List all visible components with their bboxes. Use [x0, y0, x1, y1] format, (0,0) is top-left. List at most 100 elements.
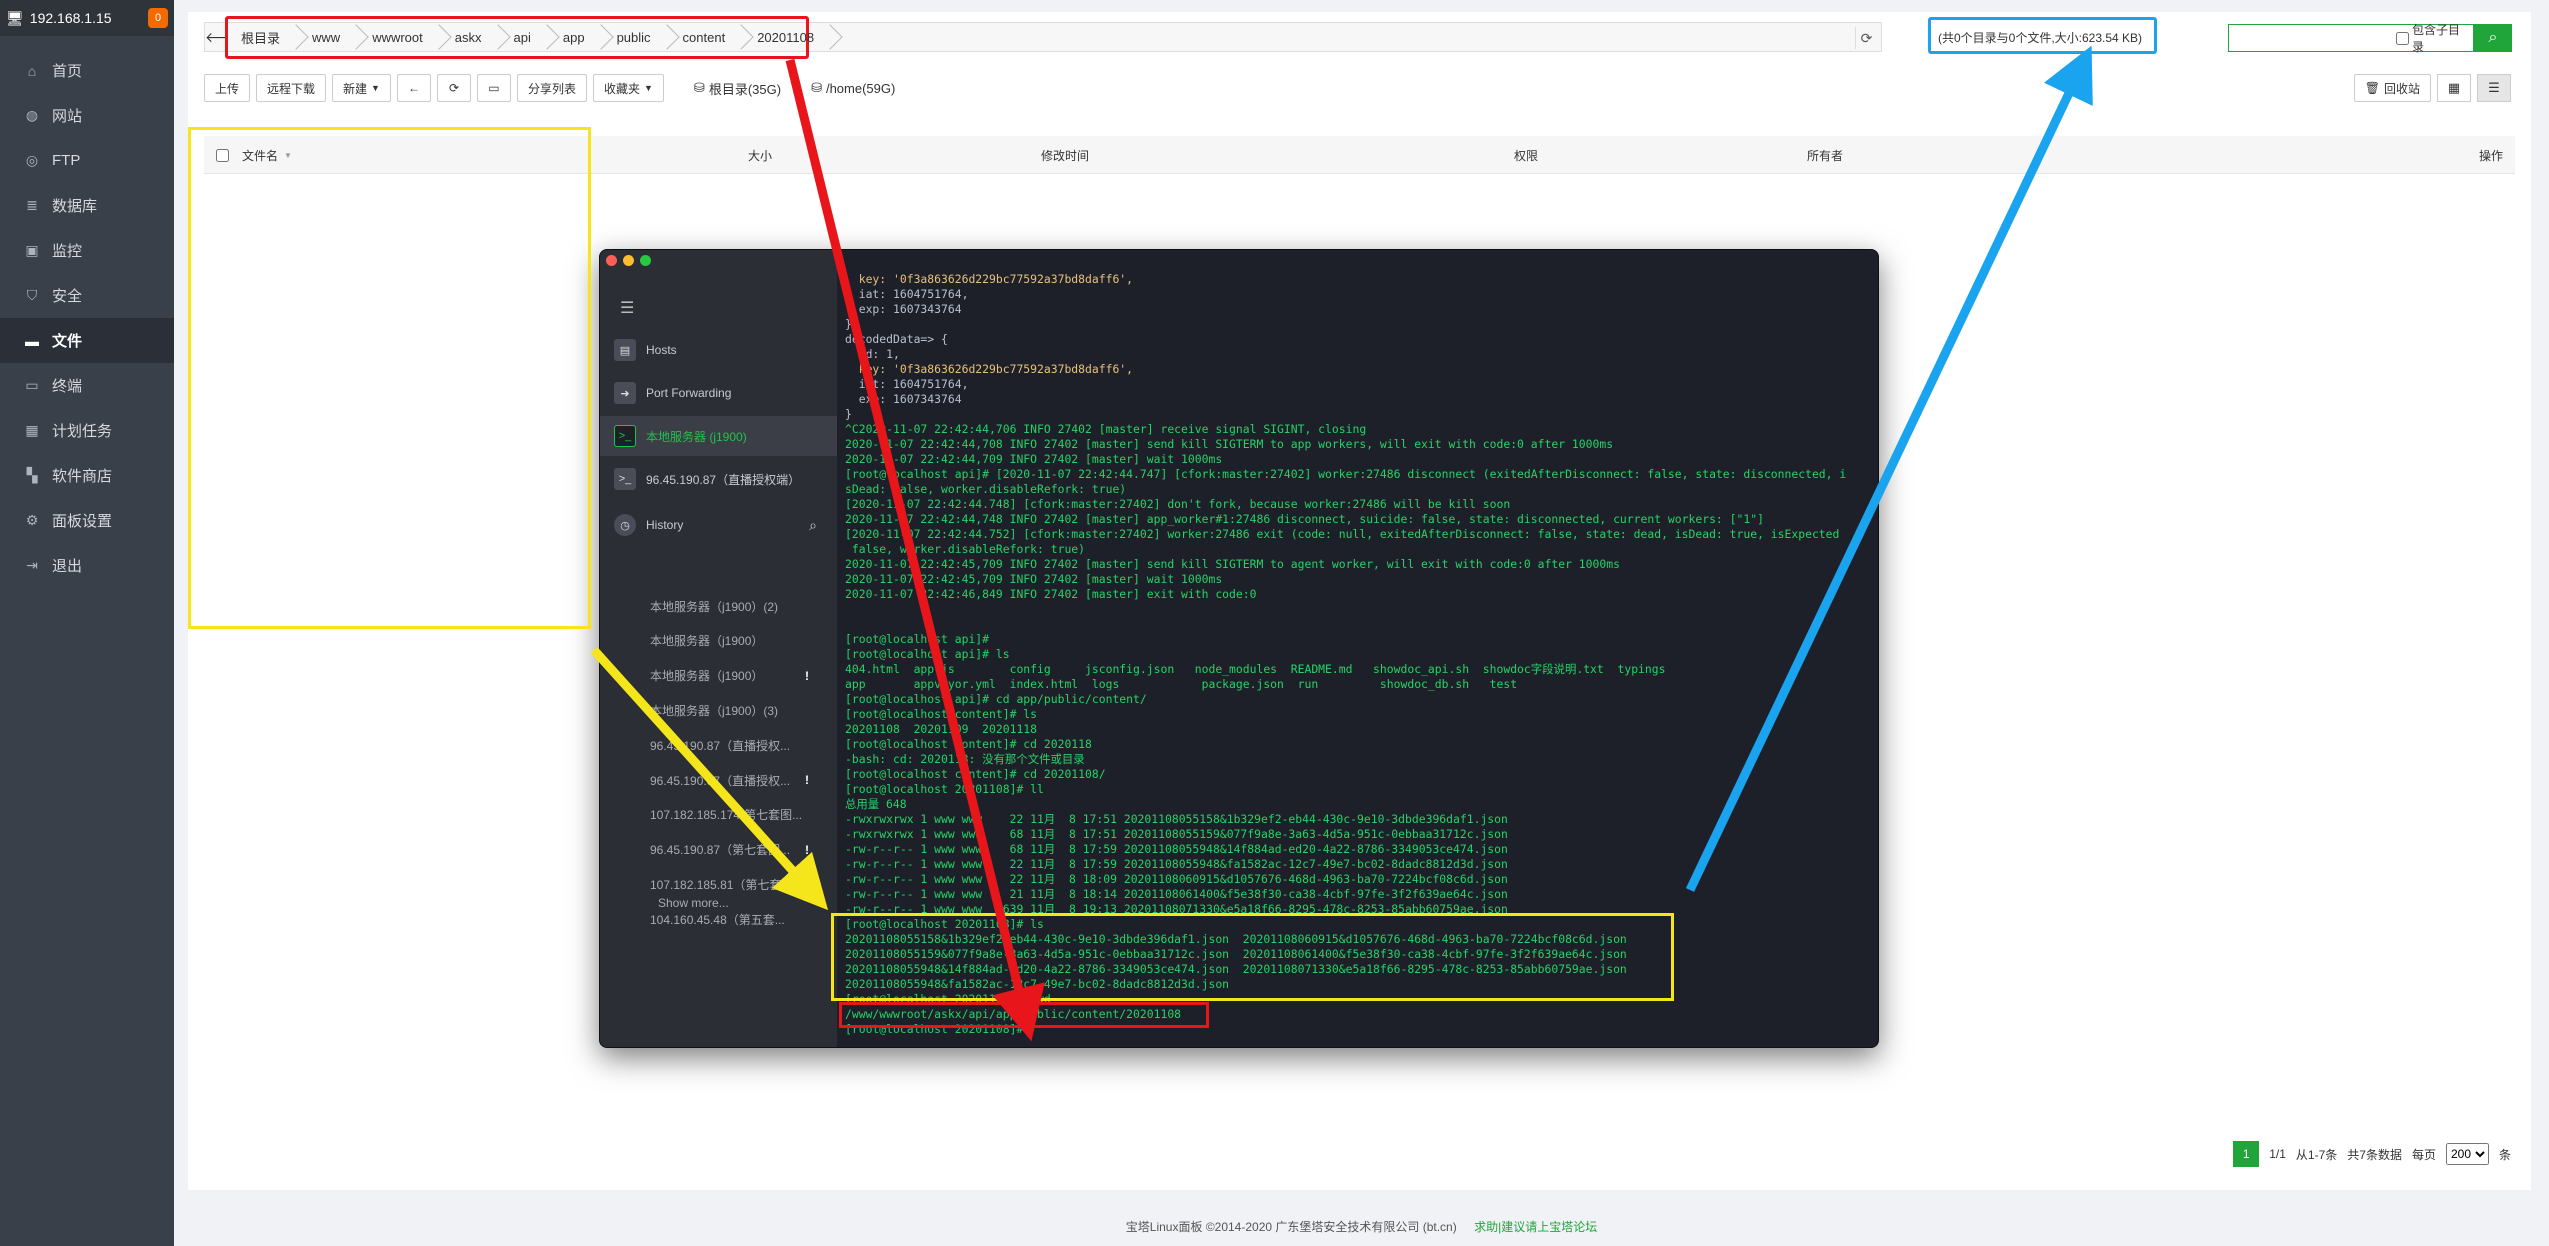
terminal-nav-label: Port Forwarding — [646, 386, 732, 400]
sidebar-item-8[interactable]: ▦ 计划任务 — [0, 408, 174, 453]
breadcrumb-item[interactable]: 根目录 — [227, 23, 299, 51]
subdir-checkbox-label[interactable]: 包含子目录 — [2396, 21, 2473, 55]
terminal-line: 20201108 20201109 20201118 — [845, 722, 1038, 736]
select-all-checkbox[interactable] — [216, 148, 229, 162]
page-total: 1/1 — [2269, 1147, 2286, 1161]
history-item[interactable]: 本地服务器（j1900）! — [600, 659, 837, 693]
sidebar-item-label: 首页 — [52, 63, 83, 80]
disk-home[interactable]: ⛁/home(59G) — [811, 80, 895, 96]
terminal-nav-item[interactable]: ➜ Port Forwarding — [600, 373, 837, 413]
back-arrow-icon[interactable]: 🡐 — [205, 29, 243, 46]
recycle-bin-button[interactable]: 🗑 回收站 — [2353, 74, 2431, 102]
file-table-header: 文件名 ▼ 大小 修改时间 权限 所有者 操作 — [204, 136, 2515, 174]
terminal-nav-item[interactable]: >_ 本地服务器 (j1900) — [600, 416, 837, 456]
terminal-nav-item[interactable]: ▤ Hosts — [600, 330, 837, 370]
per-page-select[interactable]: 200 — [2445, 1143, 2489, 1165]
terminal-line: ^C2020-11-07 22:42:44,706 INFO 27402 [ma… — [845, 422, 1367, 436]
new-label: 新建 — [343, 81, 368, 96]
hamburger-icon[interactable]: ☰ — [620, 298, 634, 318]
breadcrumb-label: askx — [454, 29, 482, 45]
globe-icon: ◍ — [25, 107, 39, 123]
new-button[interactable]: 新建 ▼ — [332, 74, 391, 102]
share-list-button[interactable]: 分享列表 — [516, 74, 587, 102]
disk-home-label: /home(59G) — [825, 80, 896, 96]
sidebar-item-2[interactable]: ◎ FTP — [0, 138, 174, 183]
search-input[interactable] — [2229, 25, 2396, 51]
sidebar-item-3[interactable]: ≣ 数据库 — [0, 183, 174, 228]
breadcrumb-item[interactable]: wwwroot — [358, 23, 441, 51]
notification-badge[interactable]: 0 — [148, 8, 168, 28]
terminal-line: [root@localhost 20201108]# pwd — [845, 992, 1051, 1006]
breadcrumb-item[interactable]: 20201108 — [743, 23, 833, 51]
minimize-window-icon[interactable] — [623, 255, 634, 266]
terminal-line: } — [845, 317, 852, 331]
sidebar-item-4[interactable]: ▣ 监控 — [0, 228, 174, 273]
sidebar-item-5[interactable]: ⛉ 安全 — [0, 273, 174, 318]
history-item[interactable]: 本地服务器（j1900） — [600, 624, 837, 658]
close-window-icon[interactable] — [606, 255, 617, 266]
list-view-button[interactable]: ☰ — [2477, 74, 2511, 102]
terminal-line: key: '0f3a863626d229bc77592a37bd8daff6', — [845, 272, 1134, 286]
col-filename[interactable]: 文件名 ▼ — [242, 136, 292, 174]
monitor-icon: ▣ — [25, 242, 39, 258]
forum-link[interactable]: 求助|建议请上宝塔论坛 — [1474, 1220, 1597, 1234]
terminal-line: -rw-r--r-- 1 www www 22 11月 8 18:09 2020… — [845, 872, 1508, 886]
path-bar[interactable]: 🡐 根目录 www wwwroot askx api app public content 20… — [204, 22, 1882, 52]
sidebar-item-11[interactable]: ⇥ 退出 — [0, 543, 174, 588]
disk-root[interactable]: ⛁ 根目录(35G) — [694, 79, 781, 98]
history-item[interactable]: 本地服务器（j1900）(2) — [600, 589, 837, 623]
refresh-button[interactable]: ⟳ — [436, 74, 471, 102]
sidebar-item-label: 数据库 — [52, 198, 98, 215]
hosts-icon: ▤ — [614, 339, 636, 361]
sidebar-item-6[interactable]: ▬ 文件 — [0, 318, 174, 363]
arrow-left-icon: ← — [407, 81, 420, 95]
terminal-line: 20201108055948&fa1582ac-12c7-49e7-bc02-8… — [845, 977, 1230, 991]
refresh-icon: ⟳ — [448, 81, 459, 95]
terminal-window: ☰ ▤ Hosts ➜ Port Forwarding >_ 本地服务器 (j1900) >… — [599, 249, 1879, 1048]
sidebar-item-0[interactable]: ⌂ 首页 — [0, 48, 174, 93]
caret-down-icon: ▼ — [371, 83, 380, 93]
grid-view-button[interactable]: ▦ — [2437, 74, 2471, 102]
history-item[interactable]: 107.182.185.174(第七套图... — [600, 798, 837, 832]
history-item[interactable]: 96.45.190.87（直播授权...! — [600, 763, 837, 797]
history-item[interactable]: 本地服务器（j1900）(3) — [600, 693, 837, 727]
prompt-icon: >_ — [614, 468, 636, 490]
upload-button[interactable]: 上传 — [204, 74, 251, 102]
right-tools: 🗑 回收站 ▦ ☰ — [2353, 74, 2511, 102]
show-more-link[interactable]: Show more... — [658, 896, 729, 910]
terminal-line: app appveyor.yml index.html logs package… — [845, 677, 1518, 691]
favorites-button[interactable]: 收藏夹 ▼ — [592, 74, 664, 102]
sidebar-item-7[interactable]: ▭ 终端 — [0, 363, 174, 408]
back-button[interactable]: ← — [396, 74, 431, 102]
col-size[interactable]: 大小 — [748, 136, 772, 174]
breadcrumb-label: public — [616, 29, 651, 45]
subdir-checkbox[interactable] — [2396, 31, 2409, 45]
refresh-icon[interactable]: ⟳ — [1855, 27, 1877, 49]
sidebar-item-1[interactable]: ◍ 网站 — [0, 93, 174, 138]
terminal-nav-item[interactable]: >_ 96.45.190.87（直播授权端） — [600, 459, 837, 499]
sidebar-item-10[interactable]: ⚙ 面板设置 — [0, 498, 174, 543]
history-item[interactable]: 96.45.190.87（直播授权... — [600, 728, 837, 762]
col-mtime[interactable]: 修改时间 — [1041, 136, 1089, 174]
maximize-window-icon[interactable] — [640, 255, 651, 266]
terminal-line: [root@localhost 20201108]# ll — [845, 782, 1044, 796]
terminal-line: 20201108055159&077f9a8e-3a63-4d5a-951c-0… — [845, 947, 1627, 961]
history-item[interactable]: 96.45.190.87（第七套图...! — [600, 833, 837, 867]
terminal-line: -rwxrwxrwx 1 www www 68 11月 8 17:51 2020… — [845, 827, 1508, 841]
search-button[interactable]: ⌕ — [2474, 24, 2512, 52]
terminal-output[interactable]: key: '0f3a863626d229bc77592a37bd8daff6',… — [837, 250, 1878, 1047]
directory-info: (共0个目录与0个文件,大小:623.54 KB) — [1938, 30, 2143, 45]
search-icon[interactable]: ⌕ — [809, 517, 817, 534]
sidebar-item-9[interactable]: ▚ 软件商店 — [0, 453, 174, 498]
terminal-line: [root@localhost api]# — [845, 632, 990, 646]
warning-icon: ! — [805, 773, 809, 787]
remote-download-button[interactable]: 远程下载 — [256, 74, 327, 102]
window-controls — [606, 255, 651, 266]
terminal-button[interactable]: ▭ — [476, 74, 511, 102]
terminal-icon: ▭ — [488, 81, 500, 95]
caret-down-icon: ▼ — [644, 83, 653, 93]
terminal-line: [root@localhost 20201108]# ls — [845, 917, 1044, 931]
page-current[interactable]: 1 — [2233, 1141, 2260, 1167]
disk-icon: ⛁ — [693, 80, 705, 95]
